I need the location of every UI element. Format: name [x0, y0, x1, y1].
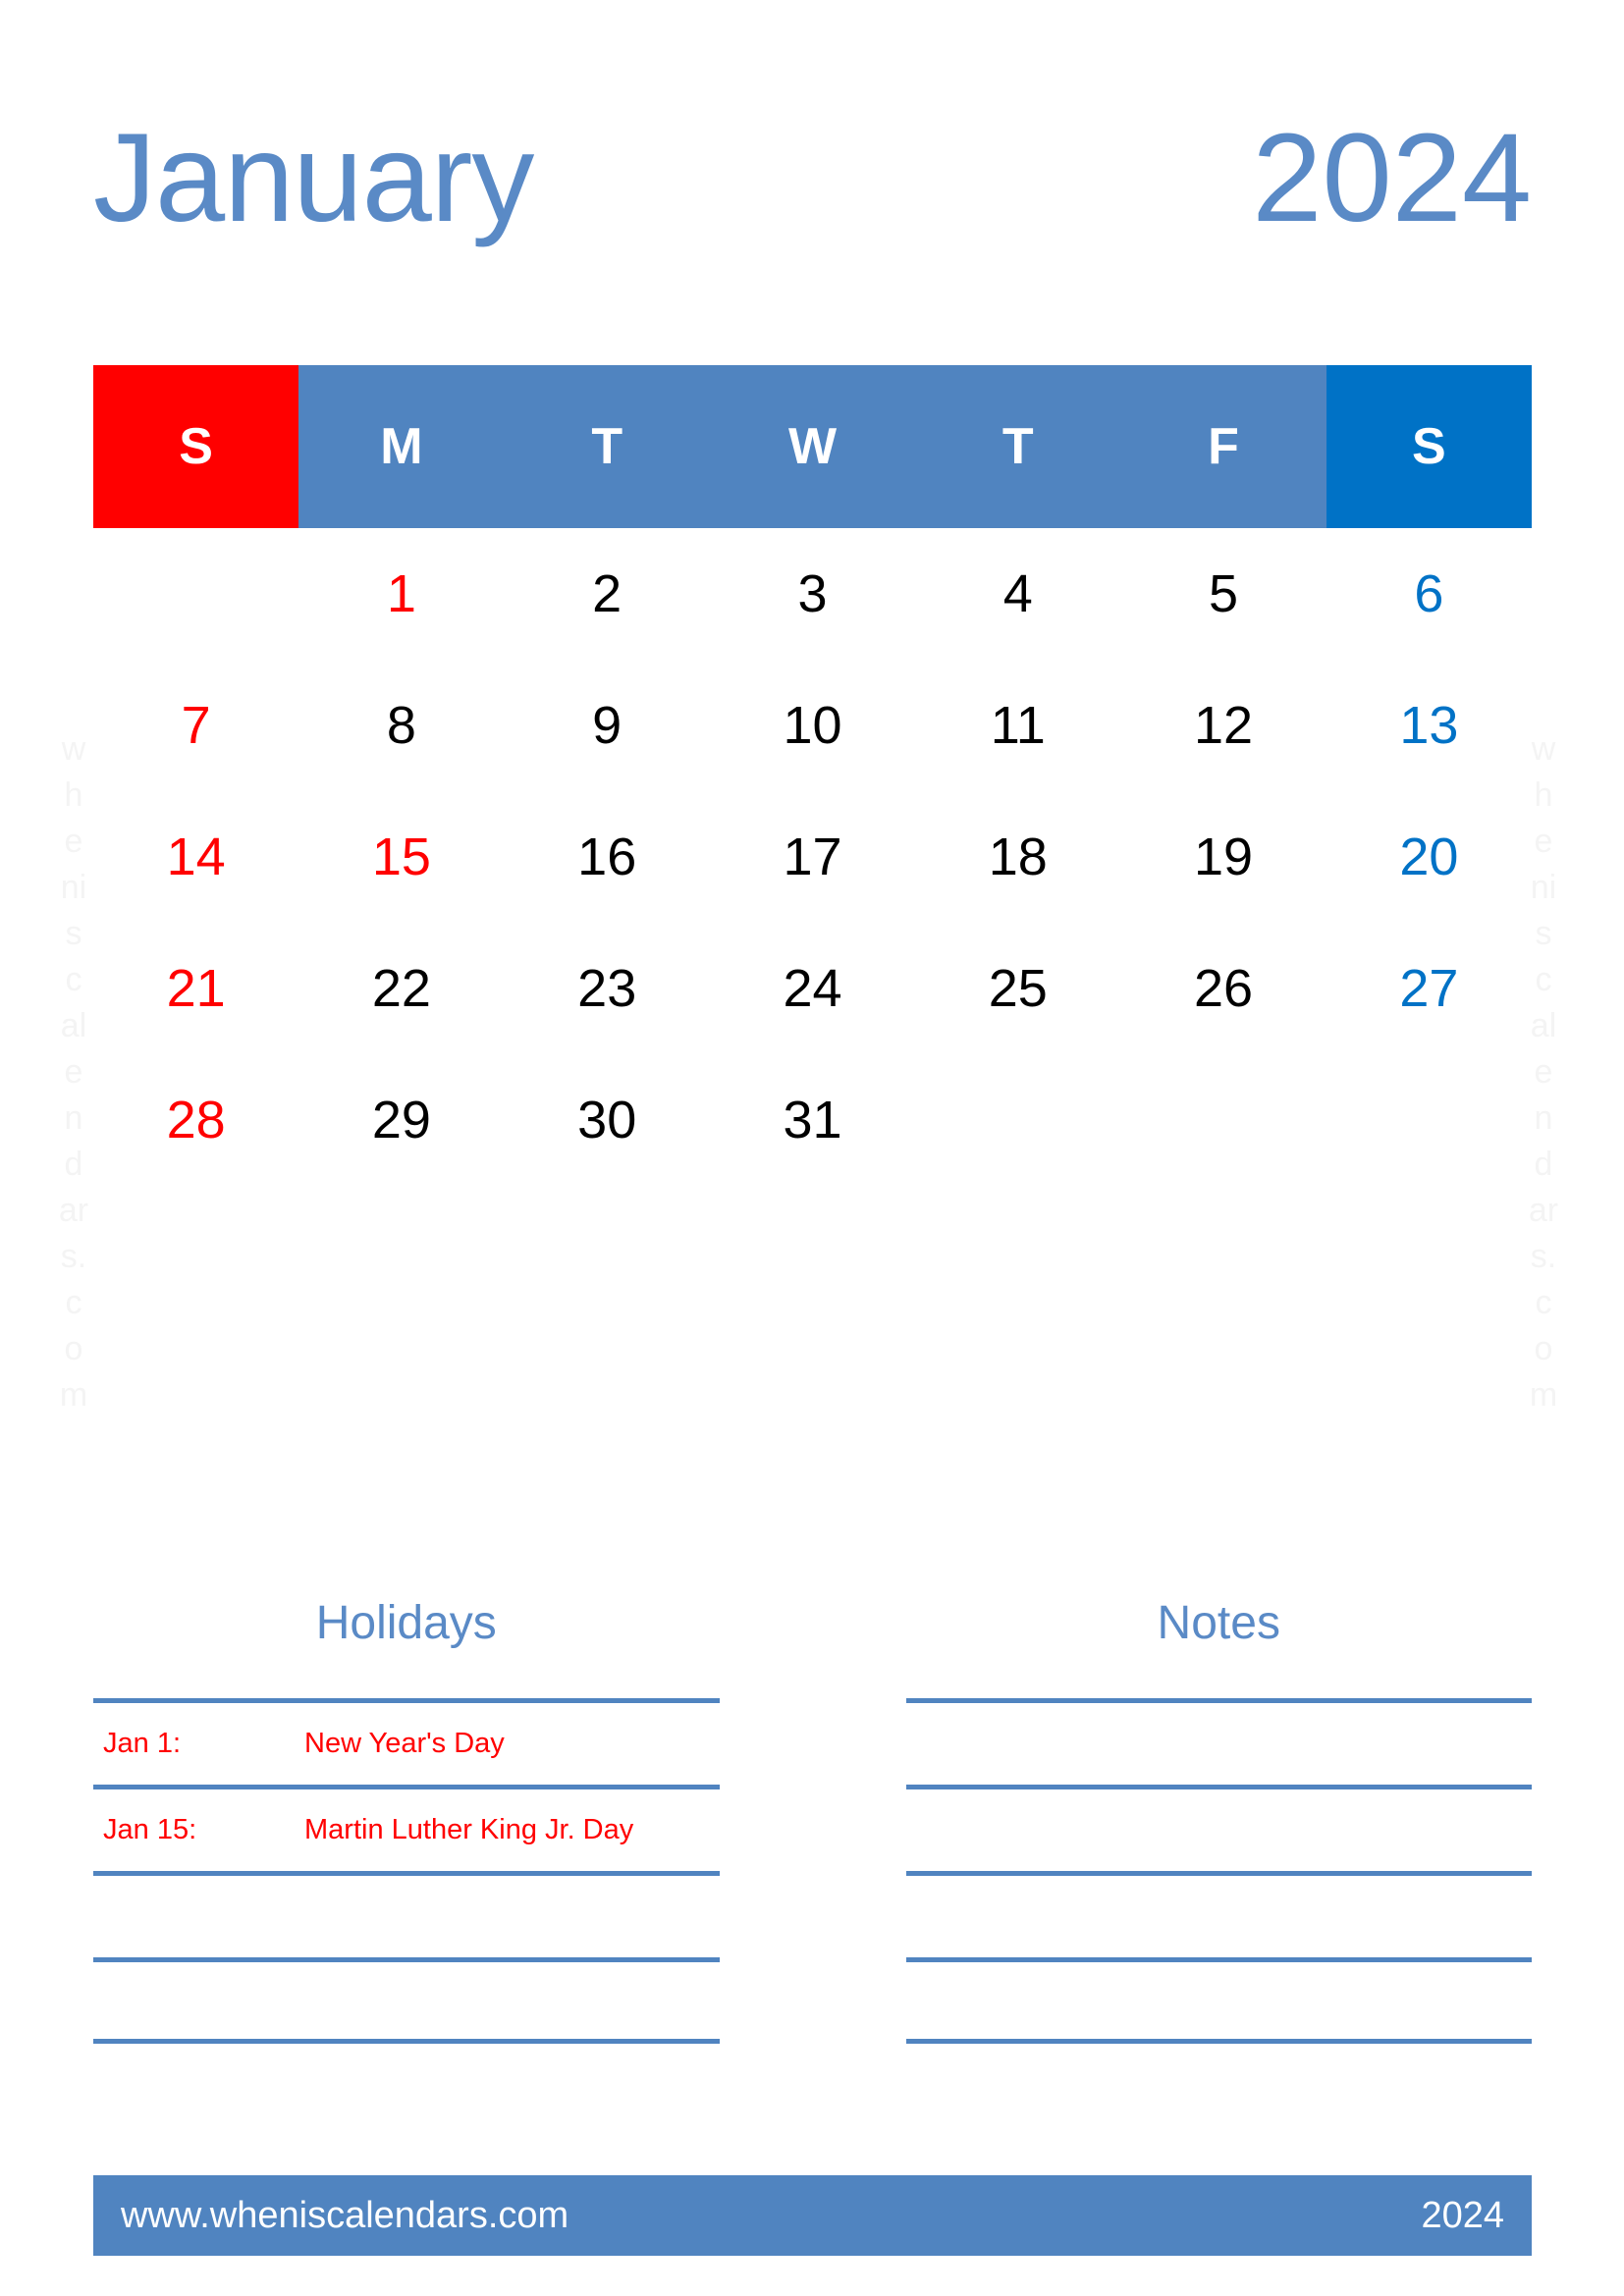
date-cell-30[interactable]: 30: [505, 1054, 710, 1186]
date-cell-9[interactable]: 9: [505, 660, 710, 791]
date-grid: 1 2 3 4 5 6 7 8 9 10 11 12 13 14 15 16 17 18 19 20 21 22 23 24 2…: [93, 528, 1532, 1186]
date-cell-23[interactable]: 23: [505, 923, 710, 1054]
notes-title: Notes: [1157, 1597, 1280, 1649]
footer-url[interactable]: www.wheniscalendars.com: [121, 2195, 568, 2237]
date-cell-20[interactable]: 20: [1326, 791, 1532, 923]
date-cell-25[interactable]: 25: [915, 923, 1120, 1054]
footer-bar: www.wheniscalendars.com 2024: [93, 2175, 1532, 2256]
holiday-date: Jan 1:: [103, 1728, 181, 1759]
date-cell-13[interactable]: 13: [1326, 660, 1532, 791]
weekday-header-monday: M: [298, 365, 505, 528]
calendar-title-row: January 2024: [93, 116, 1532, 253]
date-cell-28[interactable]: 28: [93, 1054, 298, 1186]
bottom-sections: Holidays Jan 1: New Year's Day Jan 15: Mart…: [93, 1600, 1532, 2130]
holidays-lines: Jan 1: New Year's Day Jan 15: Martin Luther…: [93, 1698, 720, 2130]
date-cell-18[interactable]: 18: [915, 791, 1120, 923]
date-cell-17[interactable]: 17: [710, 791, 915, 923]
date-cell-15[interactable]: 15: [298, 791, 504, 923]
holidays-section: Holidays Jan 1: New Year's Day Jan 15: Mart…: [93, 1600, 720, 2130]
holiday-date: Jan 15:: [103, 1814, 197, 1845]
footer-year: 2024: [1421, 2194, 1504, 2236]
month-title: January: [93, 108, 534, 248]
notes-section: Notes: [905, 1597, 1532, 2130]
holiday-row: Jan 1: New Year's Day: [93, 1698, 720, 1785]
watermark-left: w h e ni s c al e n d ar s. c o m: [58, 730, 89, 1414]
holiday-row: Jan 15: Martin Luther King Jr. Day: [93, 1785, 720, 1871]
date-cell-empty-saturday-w5: [1326, 1054, 1532, 1186]
date-cell-7[interactable]: 7: [93, 660, 298, 791]
date-cell-6[interactable]: 6: [1326, 528, 1532, 660]
notes-lines: [905, 1698, 1532, 2130]
year-title: 2024: [1252, 108, 1532, 248]
date-cell-5[interactable]: 5: [1120, 528, 1326, 660]
date-cell-10[interactable]: 10: [710, 660, 915, 791]
weekday-header-saturday: S: [1326, 365, 1532, 528]
holiday-name: New Year's Day: [304, 1728, 505, 1759]
date-cell-empty-friday-w5: [1120, 1054, 1326, 1186]
date-cell-1[interactable]: 1: [298, 528, 504, 660]
date-cell-empty-thursday-w5: [915, 1054, 1120, 1186]
date-cell-3[interactable]: 3: [710, 528, 915, 660]
weekday-header-tuesday: T: [504, 365, 710, 528]
notes-row[interactable]: [905, 1957, 1532, 2044]
holiday-row: [93, 1957, 720, 2044]
date-cell-11[interactable]: 11: [915, 660, 1120, 791]
notes-row[interactable]: [905, 1698, 1532, 1785]
date-cell-8[interactable]: 8: [298, 660, 504, 791]
notes-row[interactable]: [905, 1785, 1532, 1871]
holiday-name: Martin Luther King Jr. Day: [304, 1814, 634, 1845]
date-cell-empty-sunday-w1: [93, 528, 298, 660]
date-cell-24[interactable]: 24: [710, 923, 915, 1054]
weekday-header-thursday: T: [915, 365, 1121, 528]
date-cell-21[interactable]: 21: [93, 923, 298, 1054]
holidays-title: Holidays: [315, 1597, 497, 1649]
date-cell-19[interactable]: 19: [1120, 791, 1326, 923]
weekday-header: S M T W T F S: [93, 365, 1532, 528]
date-cell-12[interactable]: 12: [1120, 660, 1326, 791]
date-cell-26[interactable]: 26: [1120, 923, 1326, 1054]
date-cell-2[interactable]: 2: [505, 528, 710, 660]
calendar-page: January 2024 w h e ni s c al e n d ar s.…: [0, 0, 1624, 2296]
date-cell-31[interactable]: 31: [710, 1054, 915, 1186]
notes-row[interactable]: [905, 1871, 1532, 1957]
weekday-header-sunday: S: [93, 365, 299, 528]
holiday-row: [93, 1871, 720, 1957]
date-cell-16[interactable]: 16: [505, 791, 710, 923]
date-cell-29[interactable]: 29: [298, 1054, 504, 1186]
weekday-header-wednesday: W: [709, 365, 916, 528]
date-cell-4[interactable]: 4: [915, 528, 1120, 660]
date-cell-22[interactable]: 22: [298, 923, 504, 1054]
weekday-header-friday: F: [1120, 365, 1326, 528]
date-cell-14[interactable]: 14: [93, 791, 298, 923]
date-cell-27[interactable]: 27: [1326, 923, 1532, 1054]
